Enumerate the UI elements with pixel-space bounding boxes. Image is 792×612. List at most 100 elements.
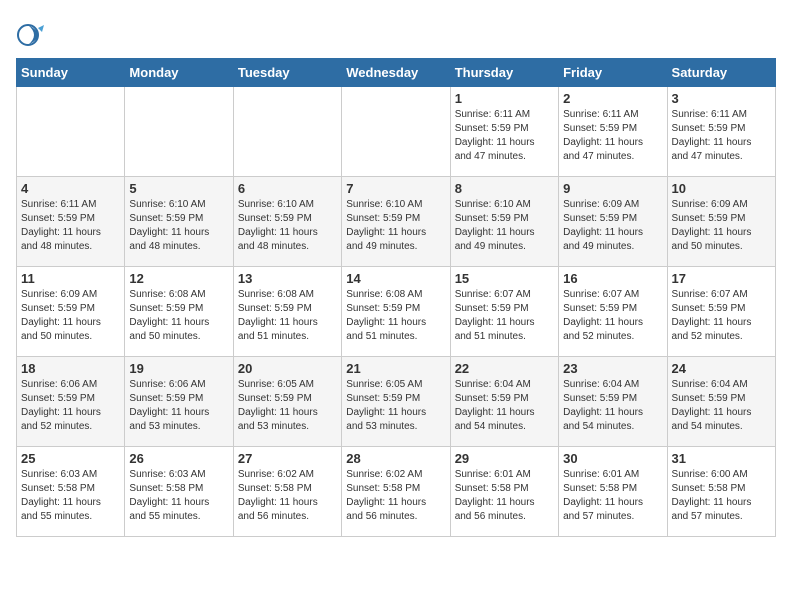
calendar-cell: 2 Sunrise: 6:11 AM Sunset: 5:59 PM Daylig… [559, 87, 667, 177]
day-number: 21 [346, 361, 445, 376]
day-info: Sunrise: 6:03 AM Sunset: 5:58 PM Dayligh… [129, 468, 228, 524]
day-info: Sunrise: 6:11 AM Sunset: 5:59 PM Dayligh… [21, 198, 120, 254]
day-number: 17 [672, 271, 771, 286]
day-info: Sunrise: 6:08 AM Sunset: 5:59 PM Dayligh… [238, 288, 337, 344]
day-number: 4 [21, 181, 120, 196]
day-info: Sunrise: 6:02 AM Sunset: 5:58 PM Dayligh… [238, 468, 337, 524]
calendar-cell: 17Sunrise: 6:07 AM Sunset: 5:59 PM Dayli… [667, 267, 775, 357]
day-number: 15 [455, 271, 554, 286]
day-info: Sunrise: 6:10 AM Sunset: 5:59 PM Dayligh… [346, 198, 445, 254]
day-info: Sunrise: 6:06 AM Sunset: 5:59 PM Dayligh… [21, 378, 120, 434]
calendar-cell: 8 Sunrise: 6:10 AM Sunset: 5:59 PM Daylig… [450, 177, 558, 267]
day-info: Sunrise: 6:10 AM Sunset: 5:59 PM Dayligh… [129, 198, 228, 254]
calendar-cell: 19 Sunrise: 6:06 AM Sunset: 5:59 PM Dayli… [125, 357, 233, 447]
day-info: Sunrise: 6:09 AM Sunset: 5:59 PM Dayligh… [21, 288, 120, 344]
calendar-cell [342, 87, 450, 177]
calendar-cell: 14Sunrise: 6:08 AM Sunset: 5:59 PM Dayli… [342, 267, 450, 357]
calendar-cell: 6 Sunrise: 6:10 AM Sunset: 5:59 PM Daylig… [233, 177, 341, 267]
day-header-monday: Monday [125, 59, 233, 87]
day-number: 26 [129, 451, 228, 466]
calendar-cell: 18 Sunrise: 6:06 AM Sunset: 5:59 PM Dayli… [17, 357, 125, 447]
calendar-cell: 7 Sunrise: 6:10 AM Sunset: 5:59 PM Daylig… [342, 177, 450, 267]
calendar-cell: 11 Sunrise: 6:09 AM Sunset: 5:59 PM Dayli… [17, 267, 125, 357]
day-info: Sunrise: 6:04 AM Sunset: 5:59 PM Dayligh… [672, 378, 771, 434]
day-number: 14 [346, 271, 445, 286]
calendar-cell: 23 Sunrise: 6:04 AM Sunset: 5:59 PM Dayli… [559, 357, 667, 447]
day-number: 2 [563, 91, 662, 106]
day-header-friday: Friday [559, 59, 667, 87]
day-number: 3 [672, 91, 771, 106]
day-number: 24 [672, 361, 771, 376]
logo-icon [16, 20, 46, 50]
calendar-cell [17, 87, 125, 177]
day-number: 1 [455, 91, 554, 106]
day-info: Sunrise: 6:05 AM Sunset: 5:59 PM Dayligh… [238, 378, 337, 434]
day-number: 19 [129, 361, 228, 376]
day-info: Sunrise: 6:10 AM Sunset: 5:59 PM Dayligh… [455, 198, 554, 254]
day-number: 11 [21, 271, 120, 286]
day-number: 27 [238, 451, 337, 466]
calendar-cell: 5Sunrise: 6:10 AM Sunset: 5:59 PM Daylig… [125, 177, 233, 267]
day-info: Sunrise: 6:05 AM Sunset: 5:59 PM Dayligh… [346, 378, 445, 434]
day-info: Sunrise: 6:03 AM Sunset: 5:58 PM Dayligh… [21, 468, 120, 524]
calendar-cell: 27 Sunrise: 6:02 AM Sunset: 5:58 PM Dayli… [233, 447, 341, 537]
day-info: Sunrise: 6:00 AM Sunset: 5:58 PM Dayligh… [672, 468, 771, 524]
day-info: Sunrise: 6:01 AM Sunset: 5:58 PM Dayligh… [563, 468, 662, 524]
day-info: Sunrise: 6:01 AM Sunset: 5:58 PM Dayligh… [455, 468, 554, 524]
day-header-tuesday: Tuesday [233, 59, 341, 87]
calendar-cell: 31Sunrise: 6:00 AM Sunset: 5:58 PM Dayli… [667, 447, 775, 537]
calendar-cell [125, 87, 233, 177]
calendar-header-row: SundayMondayTuesdayWednesdayThursdayFrid… [17, 59, 776, 87]
day-info: Sunrise: 6:11 AM Sunset: 5:59 PM Dayligh… [563, 108, 662, 164]
day-number: 16 [563, 271, 662, 286]
day-info: Sunrise: 6:09 AM Sunset: 5:59 PM Dayligh… [563, 198, 662, 254]
day-info: Sunrise: 6:04 AM Sunset: 5:59 PM Dayligh… [563, 378, 662, 434]
day-number: 9 [563, 181, 662, 196]
calendar-table: SundayMondayTuesdayWednesdayThursdayFrid… [16, 58, 776, 537]
calendar-cell: 1Sunrise: 6:11 AM Sunset: 5:59 PM Daylig… [450, 87, 558, 177]
day-header-saturday: Saturday [667, 59, 775, 87]
header [16, 16, 776, 50]
day-info: Sunrise: 6:06 AM Sunset: 5:59 PM Dayligh… [129, 378, 228, 434]
day-number: 8 [455, 181, 554, 196]
day-info: Sunrise: 6:07 AM Sunset: 5:59 PM Dayligh… [455, 288, 554, 344]
day-header-thursday: Thursday [450, 59, 558, 87]
day-number: 10 [672, 181, 771, 196]
calendar-cell: 29 Sunrise: 6:01 AM Sunset: 5:58 PM Dayli… [450, 447, 558, 537]
day-number: 29 [455, 451, 554, 466]
day-info: Sunrise: 6:04 AM Sunset: 5:59 PM Dayligh… [455, 378, 554, 434]
day-number: 7 [346, 181, 445, 196]
logo [16, 16, 48, 50]
calendar-cell: 22 Sunrise: 6:04 AM Sunset: 5:59 PM Dayli… [450, 357, 558, 447]
calendar-cell: 12Sunrise: 6:08 AM Sunset: 5:59 PM Dayli… [125, 267, 233, 357]
day-number: 18 [21, 361, 120, 376]
day-number: 20 [238, 361, 337, 376]
day-header-wednesday: Wednesday [342, 59, 450, 87]
day-info: Sunrise: 6:11 AM Sunset: 5:59 PM Dayligh… [672, 108, 771, 164]
calendar-cell: 16Sunrise: 6:07 AM Sunset: 5:59 PM Dayli… [559, 267, 667, 357]
calendar-cell: 15 Sunrise: 6:07 AM Sunset: 5:59 PM Dayli… [450, 267, 558, 357]
day-number: 12 [129, 271, 228, 286]
day-number: 6 [238, 181, 337, 196]
calendar-cell: 3 Sunrise: 6:11 AM Sunset: 5:59 PM Daylig… [667, 87, 775, 177]
day-number: 13 [238, 271, 337, 286]
calendar-cell: 25 Sunrise: 6:03 AM Sunset: 5:58 PM Dayli… [17, 447, 125, 537]
calendar-week-2: 4 Sunrise: 6:11 AM Sunset: 5:59 PM Daylig… [17, 177, 776, 267]
calendar-cell: 28Sunrise: 6:02 AM Sunset: 5:58 PM Dayli… [342, 447, 450, 537]
day-number: 25 [21, 451, 120, 466]
calendar-week-1: 1 Sunrise: 6:11 AM Sunset: 5:59 PM Daylig… [17, 87, 776, 177]
day-header-sunday: Sunday [17, 59, 125, 87]
calendar-week-3: 11 Sunrise: 6:09 AM Sunset: 5:59 PM Dayli… [17, 267, 776, 357]
calendar-cell: 30 Sunrise: 6:01 AM Sunset: 5:58 PM Dayli… [559, 447, 667, 537]
calendar-cell: 13 Sunrise: 6:08 AM Sunset: 5:59 PM Dayli… [233, 267, 341, 357]
day-number: 23 [563, 361, 662, 376]
calendar-cell: 21 Sunrise: 6:05 AM Sunset: 5:59 PM Dayli… [342, 357, 450, 447]
day-info: Sunrise: 6:10 AM Sunset: 5:59 PM Dayligh… [238, 198, 337, 254]
calendar-cell [233, 87, 341, 177]
day-info: Sunrise: 6:09 AM Sunset: 5:59 PM Dayligh… [672, 198, 771, 254]
day-number: 28 [346, 451, 445, 466]
calendar-cell: 9 Sunrise: 6:09 AM Sunset: 5:59 PM Daylig… [559, 177, 667, 267]
calendar-cell: 20 Sunrise: 6:05 AM Sunset: 5:59 PM Dayli… [233, 357, 341, 447]
day-number: 30 [563, 451, 662, 466]
day-number: 22 [455, 361, 554, 376]
